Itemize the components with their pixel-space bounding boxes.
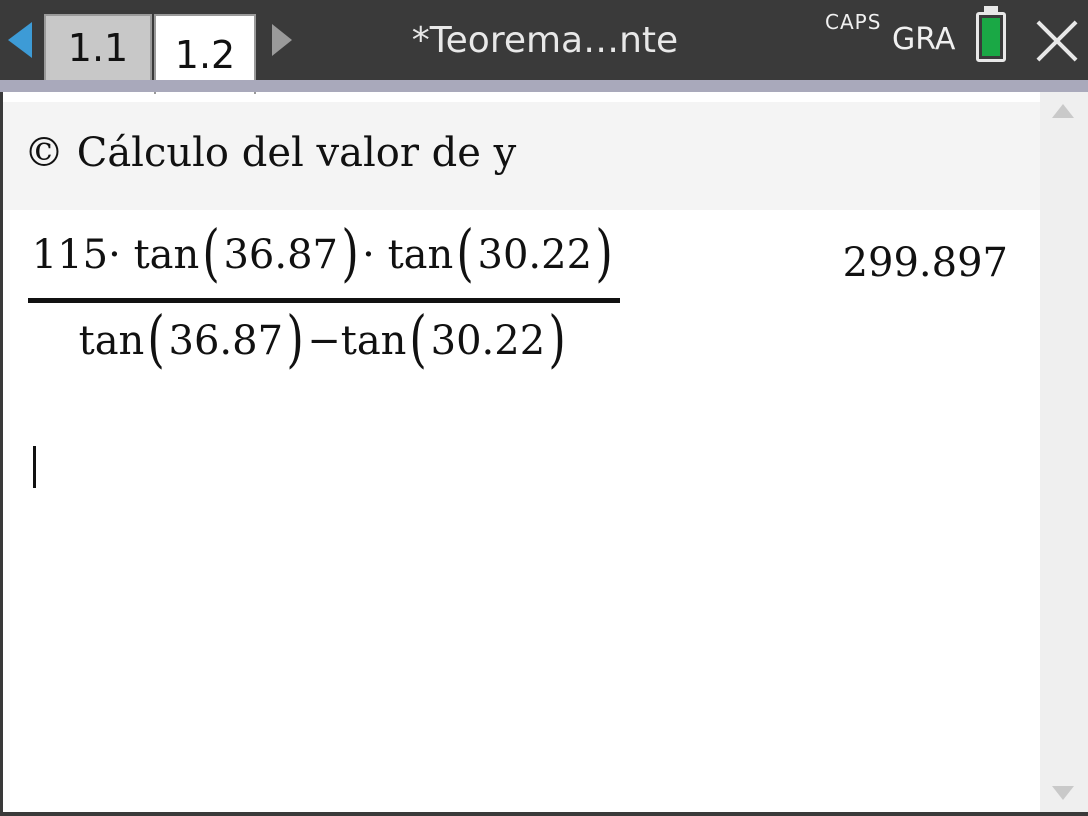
- denominator-minus: −: [307, 318, 341, 364]
- tab-underline-bar: [0, 80, 1088, 92]
- numerator-factor: 115·: [31, 232, 121, 278]
- numerator-func-2: tan: [387, 232, 454, 278]
- close-paren: ): [595, 216, 613, 289]
- close-icon[interactable]: [1034, 18, 1080, 64]
- battery-level: [982, 18, 1000, 56]
- entry-cursor[interactable]: [33, 446, 36, 488]
- close-paren: ): [286, 302, 304, 375]
- scrollbar[interactable]: [1040, 92, 1088, 812]
- fraction-bar: [28, 298, 620, 303]
- fraction-denominator: tan(36.87)−tan(30.22): [28, 308, 620, 370]
- open-paren: (: [409, 302, 428, 375]
- scroll-down-icon[interactable]: [1052, 786, 1074, 800]
- tab-1-1[interactable]: 1.1: [44, 14, 152, 80]
- numerator-arg-2: 30.22: [477, 232, 593, 278]
- result-value[interactable]: 299.897: [780, 240, 1008, 286]
- close-paren: ): [548, 302, 566, 375]
- open-paren: (: [456, 216, 475, 289]
- comment-text: © Cálculo del valor de y: [24, 130, 517, 176]
- numerator-func-1: tan: [133, 232, 200, 278]
- denominator-func-2: tan: [340, 318, 407, 364]
- document-title: *Teorema…nte: [411, 19, 679, 61]
- left-arrow-icon[interactable]: [8, 22, 32, 58]
- close-paren: ): [341, 216, 359, 289]
- denominator-arg-1: 36.87: [168, 318, 284, 364]
- open-paren: (: [202, 216, 221, 289]
- open-paren: (: [147, 302, 166, 375]
- denominator-func-1: tan: [78, 318, 145, 364]
- right-arrow-icon[interactable]: [272, 24, 292, 56]
- numerator-arg-1: 36.87: [223, 232, 338, 278]
- denominator-arg-2: 30.22: [430, 318, 546, 364]
- frame-bottom-border: [0, 812, 1088, 816]
- angle-mode-indicator: GRA: [892, 22, 956, 57]
- caps-indicator: CAPS: [825, 10, 882, 34]
- numerator-dot: ·: [362, 232, 375, 278]
- battery-icon: [976, 12, 1006, 62]
- scroll-up-icon[interactable]: [1052, 104, 1074, 118]
- fraction-numerator: 115· tan(36.87)· tan(30.22): [28, 222, 620, 284]
